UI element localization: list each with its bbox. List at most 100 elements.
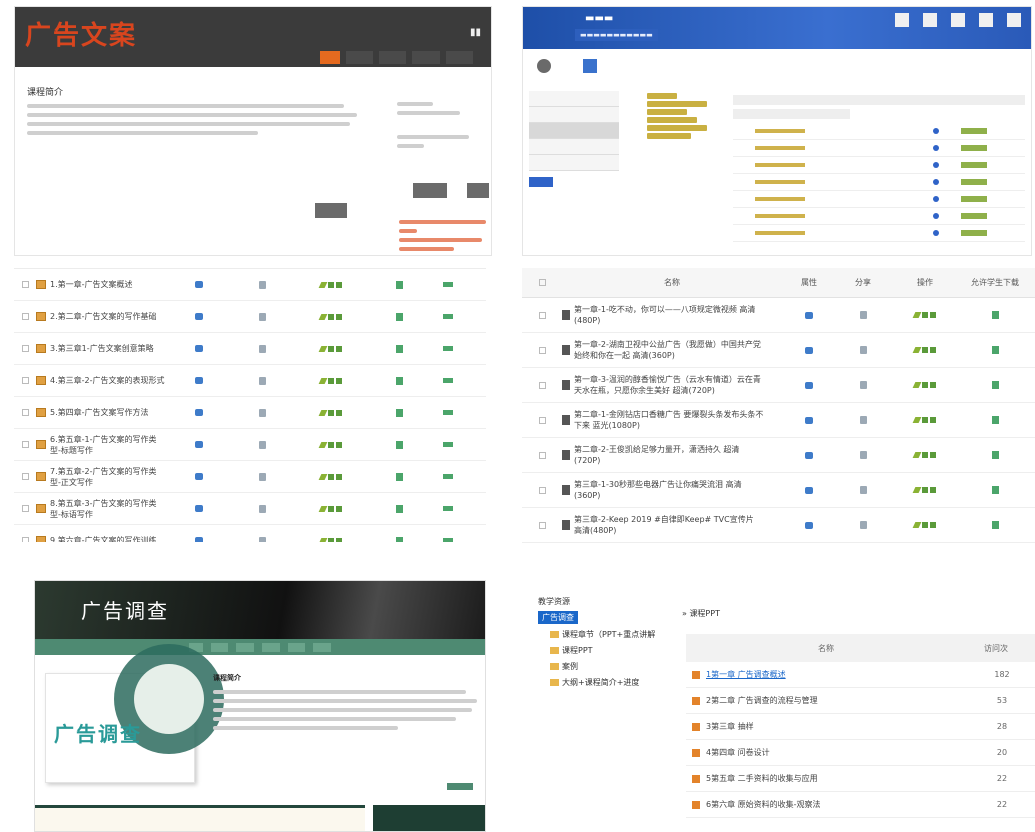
sidebar-item-3[interactable] [529, 123, 619, 139]
ops-icons[interactable] [318, 505, 342, 512]
list-item[interactable]: 7.第五章-2-广告文案的写作类型-正文写作 [14, 461, 486, 493]
toolbar-icon-5[interactable] [1007, 13, 1021, 27]
nav-item-4[interactable] [262, 642, 280, 652]
nav-item-3[interactable] [236, 642, 255, 652]
sidebar-item-5[interactable] [529, 155, 619, 171]
row-checkbox[interactable] [21, 281, 29, 288]
table-row[interactable]: 1第一章 广告调查概述 182 [686, 662, 1035, 688]
table-row[interactable] [733, 123, 1025, 140]
list-item[interactable]: 4.第三章-2-广告文案的表现形式 [14, 365, 486, 397]
row-name[interactable]: 第一章-1-吃不动，你可以——八项规定微视频 高清(480P) [574, 304, 764, 326]
allow-download-toggle[interactable] [443, 282, 453, 287]
toolbar-icon-1[interactable] [895, 13, 909, 27]
ops-icons[interactable] [318, 377, 342, 384]
download-icon[interactable] [395, 504, 403, 513]
download-icon[interactable] [991, 416, 999, 424]
attr-icon[interactable] [805, 486, 813, 494]
download-icon[interactable] [395, 440, 403, 449]
table-row[interactable]: 第三章-2-Keep 2019 #自律即Keep# TVC宣传片 高清(480P… [522, 508, 1035, 543]
share-icon[interactable] [859, 346, 867, 354]
row-name[interactable]: 第一章-2-湖南卫视中公益广告（我愿做）中国共产党始终和你在一起 高清(360P… [574, 339, 764, 361]
action-button-1[interactable] [413, 183, 448, 198]
allow-download-toggle[interactable] [443, 538, 453, 542]
row-checkbox[interactable] [21, 409, 29, 416]
header-name[interactable]: 名称 [664, 277, 680, 288]
row-name[interactable]: 6.第五章-1-广告文案的写作类型-标题写作 [50, 434, 166, 456]
list-item[interactable]: 1.第一章-广告文案概述 [14, 269, 486, 301]
table-row[interactable] [733, 157, 1025, 174]
table-row[interactable]: 3第三章 抽样 28 [686, 714, 1035, 740]
row-name[interactable]: 2.第二章-广告文案的写作基础 [50, 311, 157, 322]
row-checkbox[interactable] [21, 505, 29, 512]
download-icon[interactable] [395, 312, 403, 321]
download-icon[interactable] [395, 376, 403, 385]
list-item[interactable]: 3.第三章1-广告文案创意策略 [14, 333, 486, 365]
ppt-name[interactable]: 3第三章 抽样 [706, 722, 754, 731]
attr-icon[interactable] [805, 451, 813, 459]
attr-icon[interactable] [805, 381, 813, 389]
share-icon[interactable] [258, 504, 266, 513]
table-row[interactable] [733, 140, 1025, 157]
allow-download-toggle[interactable] [443, 314, 453, 319]
share-icon[interactable] [258, 440, 266, 449]
attr-icon[interactable] [195, 313, 203, 320]
ppt-name[interactable]: 5第五章 二手资料的收集与应用 [706, 774, 818, 783]
attr-icon[interactable] [195, 441, 203, 448]
row-name[interactable]: 第二章-1-金刚钻店口香糖广告 要爆裂头条发布头条不下来 蓝光(1080P) [574, 409, 764, 431]
download-icon[interactable] [991, 381, 999, 389]
nav-item-5[interactable] [445, 51, 473, 64]
ops-icons[interactable] [318, 537, 342, 542]
attr-icon[interactable] [195, 281, 203, 288]
action-button-2[interactable] [467, 183, 489, 198]
allow-download-toggle[interactable] [443, 346, 453, 351]
ppt-name[interactable]: 4第四章 问卷设计 [706, 748, 770, 757]
allow-download-toggle[interactable] [443, 410, 453, 415]
table-row[interactable]: 4第四章 问卷设计 20 [686, 740, 1035, 766]
share-icon[interactable] [258, 472, 266, 481]
sidebar-item-4[interactable] [529, 139, 619, 155]
row-checkbox[interactable] [21, 377, 29, 384]
row-checkbox[interactable] [21, 537, 29, 542]
share-icon[interactable] [859, 311, 867, 319]
ppt-name[interactable]: 2第二章 广告调查的流程与管理 [706, 696, 818, 705]
tree-root[interactable]: 教学资源 [538, 596, 688, 607]
download-icon[interactable] [991, 346, 999, 354]
attr-icon[interactable] [195, 473, 203, 480]
nav-item-home[interactable] [320, 51, 340, 64]
sidebar-item-1[interactable] [529, 91, 619, 107]
list-item[interactable]: 2.第二章-广告文案的写作基础 [14, 301, 486, 333]
table-row[interactable]: 第三章-1-30秒那些电器广告让你痛哭流泪 高清(360P) [522, 473, 1035, 508]
row-name[interactable]: 4.第三章-2-广告文案的表现形式 [50, 375, 165, 386]
ops-icons[interactable] [912, 487, 936, 493]
site-logo[interactable]: 广告文案 [25, 15, 137, 52]
row-name[interactable]: 9.第六章-广告文案的写作训练 [50, 535, 157, 542]
allow-download-toggle[interactable] [443, 506, 453, 511]
ops-icons[interactable] [912, 417, 936, 423]
table-row[interactable]: 5第五章 二手资料的收集与应用 22 [686, 766, 1035, 792]
row-checkbox[interactable] [538, 451, 546, 459]
ops-icons[interactable] [318, 313, 342, 320]
table-row[interactable] [733, 174, 1025, 191]
sidebar-item-2[interactable] [529, 107, 619, 123]
tree-node[interactable]: 课程PPT [538, 642, 688, 658]
row-name[interactable]: 7.第五章-2-广告文案的写作类型-正文写作 [50, 466, 166, 488]
share-icon[interactable] [258, 344, 266, 353]
row-checkbox[interactable] [538, 311, 546, 319]
more-button[interactable] [447, 783, 473, 790]
toolbar-icon-3[interactable] [951, 13, 965, 27]
ops-icons[interactable] [912, 382, 936, 388]
ops-icons[interactable] [912, 522, 936, 528]
share-icon[interactable] [258, 376, 266, 385]
ops-icons[interactable] [912, 452, 936, 458]
row-name[interactable]: 5.第四章-广告文案写作方法 [50, 407, 149, 418]
select-all-checkbox[interactable] [538, 279, 546, 286]
survey-site-title[interactable]: 广告调查 [81, 595, 169, 624]
attr-icon[interactable] [805, 521, 813, 529]
header-visits[interactable]: 访问次 [966, 643, 1026, 654]
nav-item-5[interactable] [287, 642, 306, 652]
resource-tool[interactable] [583, 59, 597, 75]
ops-icons[interactable] [318, 281, 342, 288]
download-icon[interactable] [991, 311, 999, 319]
share-icon[interactable] [258, 280, 266, 289]
table-row[interactable]: 第一章-2-湖南卫视中公益广告（我愿做）中国共产党始终和你在一起 高清(360P… [522, 333, 1035, 368]
